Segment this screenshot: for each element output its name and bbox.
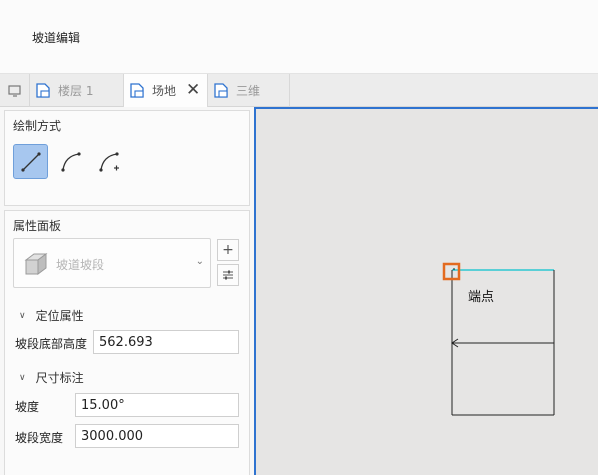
document-icon	[214, 83, 228, 98]
settings-list-icon	[223, 270, 233, 280]
arc-add-icon	[98, 151, 119, 172]
bottom-height-input[interactable]	[93, 330, 239, 354]
tab-floor-1[interactable]: 楼层 1	[30, 74, 124, 107]
tab-site[interactable]: 场地 ✕	[124, 74, 208, 107]
document-icon	[130, 83, 144, 98]
section-position[interactable]: ∨ 定位属性	[19, 307, 84, 324]
edit-type-button[interactable]	[217, 264, 239, 286]
ramp-drawing	[442, 262, 555, 416]
slope-label: 坡度	[15, 400, 40, 414]
add-type-button[interactable]: +	[217, 239, 239, 261]
restore-window-button[interactable]	[0, 74, 30, 107]
panel-title: 绘制方式	[13, 119, 62, 133]
arc-tool-button[interactable]	[53, 144, 88, 179]
type-selector-value: 坡道坡段	[56, 258, 105, 272]
slope-input[interactable]	[75, 393, 239, 417]
chevron-down-icon: ⌄	[195, 256, 204, 267]
title-bar: 坡道编辑	[0, 0, 598, 74]
segment-width-label: 坡段宽度	[15, 431, 64, 445]
drawing-canvas[interactable]: 端点	[254, 107, 598, 475]
view-tab-bar: 楼层 1 场地 ✕ 三维	[0, 74, 598, 107]
tab-3d[interactable]: 三维	[208, 74, 290, 107]
type-selector[interactable]: 坡道坡段 ⌄	[13, 238, 211, 288]
window-title: 坡道编辑	[32, 31, 81, 45]
panel-title: 属性面板	[13, 219, 62, 233]
chevron-down-icon: ∨	[19, 372, 26, 383]
section-dimension[interactable]: ∨ 尺寸标注	[19, 369, 84, 386]
close-icon[interactable]: ✕	[186, 82, 200, 99]
chevron-down-icon: ∨	[19, 310, 26, 321]
section-title: 定位属性	[35, 309, 84, 323]
segment-width-input[interactable]	[75, 424, 239, 448]
bottom-height-label: 坡段底部高度	[15, 337, 88, 351]
endpoint-tooltip: 端点	[468, 290, 495, 305]
properties-panel: 属性面板 坡道坡段 ⌄ + ∨ 定位属性 坡段底部高度 ∨ 尺寸标注 坡度 坡段…	[4, 210, 250, 475]
plus-icon: +	[222, 242, 234, 258]
document-icon	[36, 83, 50, 98]
line-tool-button[interactable]	[13, 144, 48, 179]
ramp-segment-icon	[24, 253, 48, 275]
tab-label: 三维	[236, 84, 261, 98]
tab-label: 场地	[152, 84, 177, 98]
window-restore-icon	[7, 84, 21, 97]
tab-label: 楼层 1	[58, 84, 94, 98]
arc-add-tool-button[interactable]	[91, 144, 126, 179]
arc-icon	[60, 151, 81, 172]
draw-method-panel: 绘制方式	[4, 110, 250, 206]
section-title: 尺寸标注	[35, 371, 84, 385]
line-icon	[20, 151, 41, 172]
